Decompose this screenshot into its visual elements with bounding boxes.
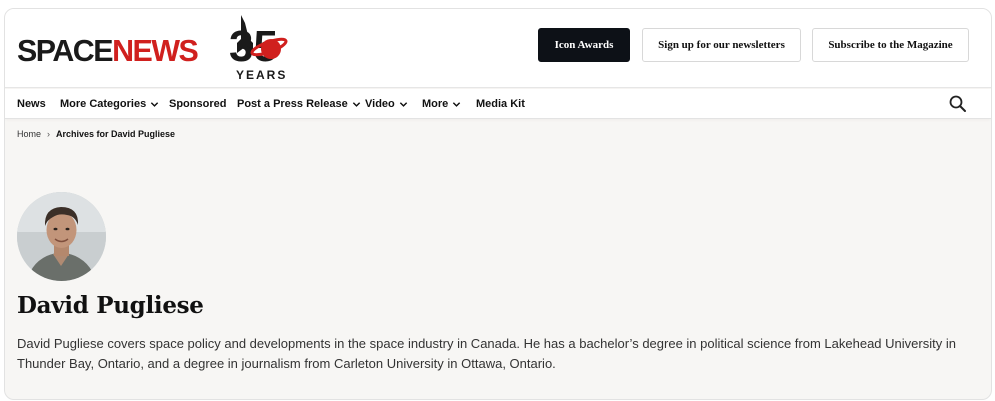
nav-item-label: News — [17, 98, 46, 110]
main-nav: News More Categories Sponsored Post a Pr… — [5, 89, 991, 119]
logo-wordmark: SPACENEWS — [17, 33, 199, 68]
chevron-down-icon — [453, 101, 461, 107]
nav-item-sponsored[interactable]: Sponsored — [169, 89, 226, 119]
newsletter-signup-button[interactable]: Sign up for our newsletters — [642, 28, 801, 62]
site-header: SPACENEWS 35 YEARS Icon Awards Sign up f… — [5, 9, 991, 88]
nav-item-label: Media Kit — [476, 98, 525, 110]
author-avatar — [17, 192, 106, 281]
breadcrumb: Home › Archives for David Pugliese — [17, 127, 175, 141]
breadcrumb-home-link[interactable]: Home — [17, 129, 41, 139]
subscribe-magazine-button[interactable]: Subscribe to the Magazine — [812, 28, 969, 62]
author-bio: David Pugliese covers space policy and d… — [17, 336, 956, 371]
nav-item-more[interactable]: More — [422, 89, 461, 119]
chevron-down-icon — [399, 101, 407, 107]
nav-item-press-release[interactable]: Post a Press Release — [237, 89, 361, 119]
nav-item-label: More — [422, 98, 449, 110]
site-logo[interactable]: SPACENEWS 35 YEARS — [17, 13, 288, 85]
logo-years: YEARS — [236, 68, 288, 82]
nav-item-more-categories[interactable]: More Categories — [60, 89, 159, 119]
chevron-down-icon — [151, 101, 159, 107]
nav-item-media-kit[interactable]: Media Kit — [476, 89, 525, 119]
anniversary-badge-icon: 35 — [229, 15, 288, 71]
author-photo — [17, 192, 106, 281]
nav-item-label: Sponsored — [169, 98, 227, 110]
chevron-right-icon: › — [47, 129, 51, 139]
author-name: David Pugliese — [17, 292, 204, 319]
nav-item-label: More Categories — [60, 98, 147, 110]
nav-item-label: Video — [365, 98, 395, 110]
page-frame: SPACENEWS 35 YEARS Icon Awards Sign up f… — [4, 8, 992, 400]
nav-item-video[interactable]: Video — [365, 89, 408, 119]
nav-item-label: Post a Press Release — [237, 98, 348, 110]
icon-awards-button[interactable]: Icon Awards — [538, 28, 630, 62]
nav-item-news[interactable]: News — [17, 89, 46, 119]
chevron-down-icon — [352, 101, 360, 107]
search-icon[interactable] — [948, 94, 968, 114]
breadcrumb-current: Archives for David Pugliese — [56, 129, 176, 139]
